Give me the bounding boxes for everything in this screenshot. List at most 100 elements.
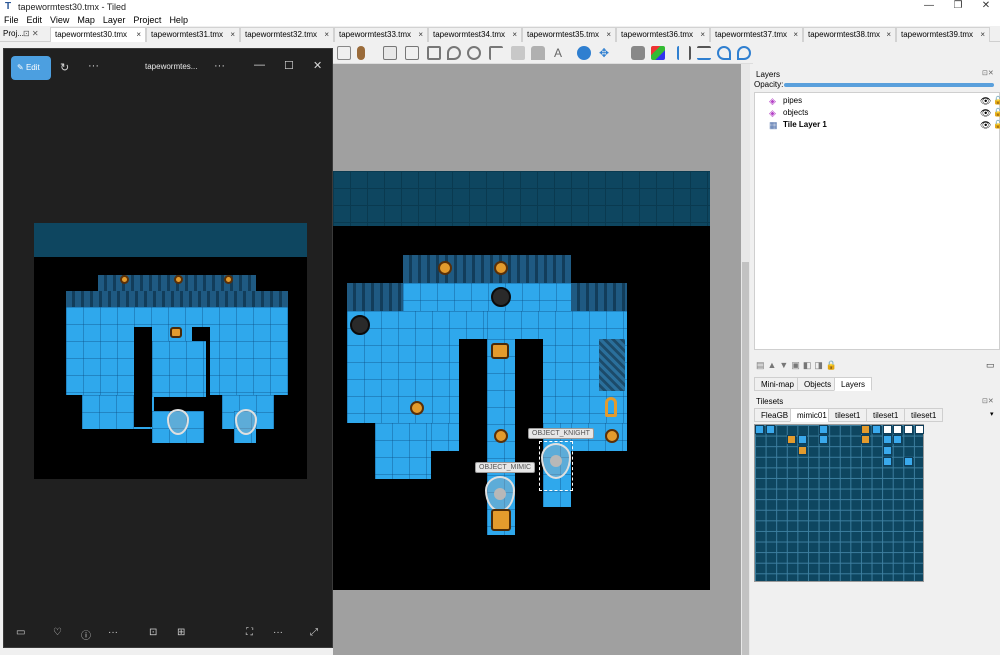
lock-open-icon[interactable]: 🔓 [993, 119, 1000, 131]
scan-icon[interactable]: ⊞ [177, 627, 185, 638]
map-canvas[interactable]: OBJECT_MIMIC OBJECT_KNIGHT [333, 64, 741, 655]
menu-layer[interactable]: Layer [103, 15, 126, 25]
tilesets-float-close-icon[interactable]: ⊡✕ [982, 397, 994, 405]
edit-polygons-icon[interactable] [405, 46, 419, 60]
lock-open-icon[interactable]: 🔓 [993, 107, 1000, 119]
insert-rectangle-icon[interactable] [427, 46, 441, 60]
viewer-maximize-button[interactable]: ☐ [284, 59, 294, 72]
tileset-tile[interactable] [883, 425, 892, 434]
tab-tapewormtest30[interactable]: tapewormtest30.tmx × [50, 27, 146, 42]
maximize-button[interactable]: ❐ [944, 0, 972, 13]
tileset-tile[interactable] [861, 425, 870, 434]
tab-tapewormtest38[interactable]: tapewormtest38.tmx × [803, 27, 896, 42]
flip-horizontal-icon[interactable] [677, 46, 691, 60]
tab-close-icon[interactable]: × [980, 28, 985, 42]
tab-close-icon[interactable]: × [700, 28, 705, 42]
tileset-tile[interactable] [915, 425, 924, 434]
tab-tapewormtest36[interactable]: tapewormtest36.tmx × [616, 27, 710, 42]
rotate-icon[interactable]: ↻ [60, 61, 69, 74]
magic-wand-icon[interactable] [357, 46, 365, 60]
visibility-eye-icon[interactable]: 👁 [980, 119, 991, 131]
dice-icon[interactable] [631, 46, 645, 60]
rectangle-select-icon[interactable] [337, 46, 351, 60]
opacity-slider[interactable] [784, 83, 994, 87]
tileset-tile[interactable] [904, 425, 913, 434]
fit-to-window-icon[interactable]: ⛶ [246, 627, 253, 638]
tileset-tile[interactable] [883, 446, 892, 455]
layer-row-pipes[interactable]: ◈ pipes 👁 🔓 [755, 95, 1000, 107]
tileset-menu-chevron-down-icon[interactable]: ▾ [990, 410, 994, 418]
tileset-tile[interactable] [861, 435, 870, 444]
tileset-tile[interactable] [904, 457, 913, 466]
tab-tapewormtest35[interactable]: tapewormtest35.tmx × [522, 27, 616, 42]
tileset-tab-tileset1[interactable]: tileset1 [866, 408, 906, 422]
tile-map[interactable]: OBJECT_MIMIC OBJECT_KNIGHT [333, 171, 710, 590]
tileset-view[interactable] [754, 424, 924, 582]
edit-button[interactable]: ✎ Edit [11, 56, 51, 80]
lock-open-icon[interactable]: 🔓 [993, 95, 1000, 107]
tab-tapewormtest34[interactable]: tapewormtest34.tmx × [428, 27, 522, 42]
menu-view[interactable]: View [50, 15, 69, 25]
minimize-button[interactable]: — [915, 0, 943, 13]
tileset-tile[interactable] [819, 435, 828, 444]
menu-help[interactable]: Help [169, 15, 188, 25]
viewer-minimize-button[interactable]: — [254, 59, 265, 71]
panel-float-close-icon[interactable]: ⊡✕ [982, 69, 994, 77]
menu-file[interactable]: File [4, 15, 19, 25]
tab-close-icon[interactable]: × [793, 28, 798, 42]
layer-row-objects[interactable]: ◈ objects 👁 🔓 [755, 107, 1000, 119]
layer-actions-toolbar[interactable]: ▤▲▼▣◧◨🔒 [756, 360, 840, 371]
tab-close-icon[interactable]: × [324, 28, 329, 42]
menu-project[interactable]: Project [133, 15, 161, 25]
canvas-vertical-scrollbar[interactable] [741, 64, 750, 655]
zoom-more-button[interactable]: ··· [273, 627, 283, 638]
footer-more-button[interactable]: ··· [108, 627, 118, 638]
project-panel-controls-icon[interactable]: ⊡ ✕ [23, 29, 39, 38]
tileset-tile[interactable] [766, 425, 775, 434]
tileset-tile[interactable] [787, 435, 796, 444]
layer-options-icon[interactable]: ▭ [986, 360, 995, 371]
project-panel-label[interactable]: Proj... [3, 29, 24, 38]
random-mode-icon[interactable] [577, 46, 591, 60]
visibility-eye-icon[interactable]: 👁 [980, 107, 991, 119]
rotate-left-icon[interactable] [717, 46, 731, 60]
tab-tapewormtest33[interactable]: tapewormtest33.tmx × [334, 27, 428, 42]
tileset-tab-tileset1[interactable]: tileset1 [828, 408, 868, 422]
insert-tile-icon[interactable] [511, 46, 525, 60]
tileset-tile[interactable] [819, 425, 828, 434]
tab-close-icon[interactable]: × [136, 28, 141, 42]
insert-polygon-icon[interactable] [489, 46, 503, 60]
tileset-tile[interactable] [798, 435, 807, 444]
crop-icon[interactable]: ⊡ [149, 627, 157, 638]
fullscreen-expand-icon[interactable]: ⤢ [310, 627, 318, 638]
tileset-tab-tileset1[interactable]: tileset1 [904, 408, 944, 422]
tab-tapewormtest31[interactable]: tapewormtest31.tmx × [146, 27, 240, 42]
tileset-tab-fleagb[interactable]: FleaGB [754, 408, 796, 422]
tab-close-icon[interactable]: × [512, 28, 517, 42]
tileset-tile[interactable] [893, 425, 902, 434]
tab-close-icon[interactable]: × [606, 28, 611, 42]
tab-close-icon[interactable]: × [418, 28, 423, 42]
tileset-tile[interactable] [755, 425, 764, 434]
info-icon[interactable]: ⓘ [81, 627, 91, 642]
move-icon[interactable]: ✥ [597, 46, 611, 60]
favorite-heart-icon[interactable]: ♡ [53, 627, 62, 638]
menu-map[interactable]: Map [77, 15, 95, 25]
insert-text-icon[interactable]: A [551, 46, 565, 60]
more-options-button[interactable]: ··· [88, 60, 99, 72]
viewer-close-button[interactable]: ✕ [313, 59, 322, 72]
tileset-tile[interactable] [872, 425, 881, 434]
tab-tapewormtest32[interactable]: tapewormtest32.tmx × [240, 27, 334, 42]
insert-ellipse-icon[interactable] [467, 46, 481, 60]
layer-row-tile-layer-1[interactable]: ▦ Tile Layer 1 👁 🔓 [755, 119, 1000, 131]
tab-layers[interactable]: Layers [834, 377, 873, 391]
scrollbar-thumb[interactable] [742, 262, 749, 655]
tileset-tile[interactable] [883, 457, 892, 466]
tab-close-icon[interactable]: × [886, 28, 891, 42]
flip-vertical-icon[interactable] [697, 46, 711, 60]
rotate-right-icon[interactable] [737, 46, 751, 60]
tab-tapewormtest37[interactable]: tapewormtest37.tmx × [710, 27, 803, 42]
close-window-button[interactable]: ✕ [972, 0, 1000, 13]
tab-mini-map[interactable]: Mini-map [754, 377, 801, 391]
tab-objects[interactable]: Objects [797, 377, 839, 391]
